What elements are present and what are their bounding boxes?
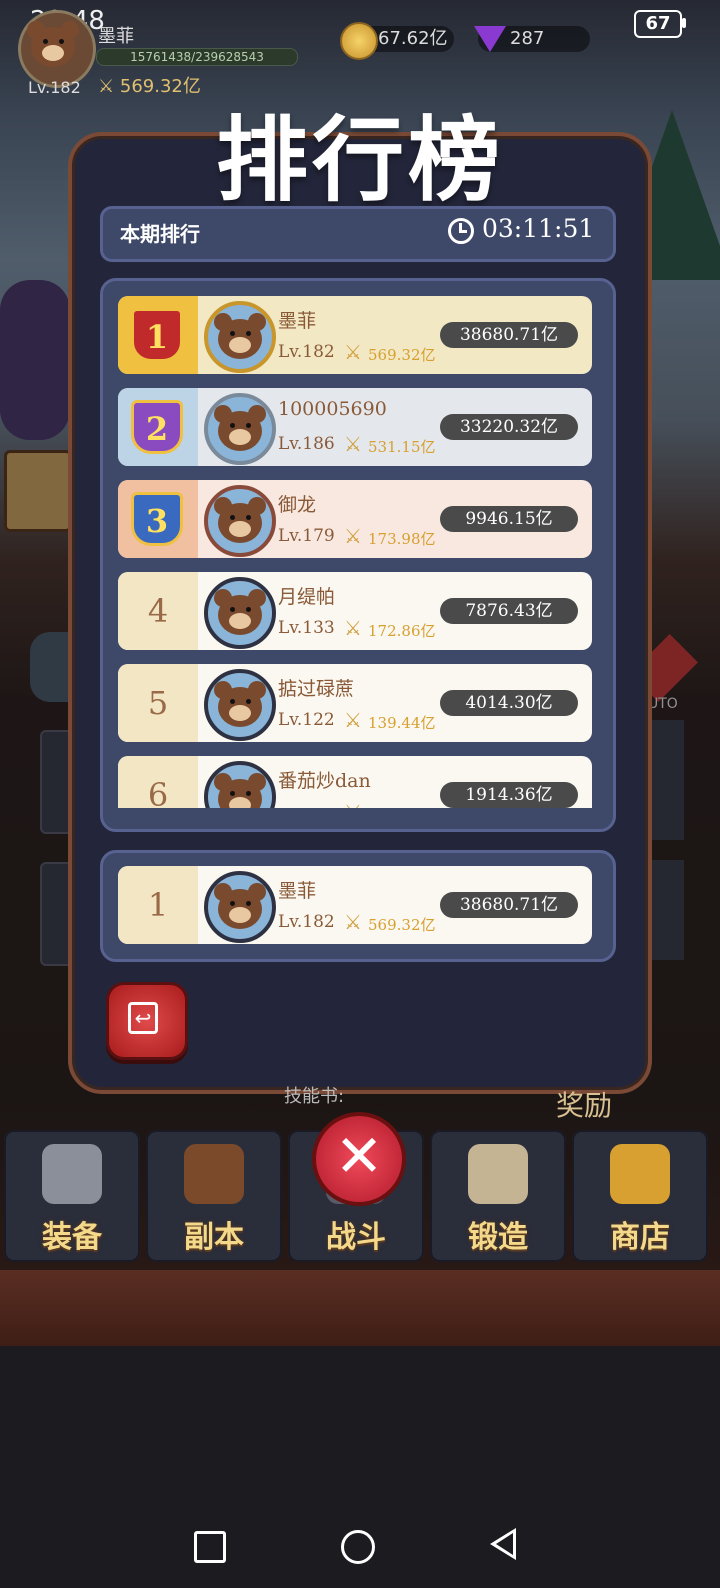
rank-player-power: 173.98亿 xyxy=(368,530,436,548)
nav-label: 商店 xyxy=(610,1220,670,1255)
rank-player-level: Lv.182 xyxy=(278,912,335,932)
player-avatar[interactable] xyxy=(204,669,276,741)
player-avatar[interactable] xyxy=(18,10,96,88)
countdown-timer: 03:11:51 xyxy=(482,214,595,243)
rank-number: 5 xyxy=(147,684,169,722)
my-rank-row: 1 墨菲 Lv.182 ⚔ 569.32亿 38680.71亿 xyxy=(118,866,594,944)
rank-player-level: Lv.179 xyxy=(278,526,335,546)
rank-row[interactable]: 2 100005690 Lv.186 ⚔ 531.15亿 33220.32亿 xyxy=(118,388,592,466)
close-icon[interactable]: ✕ xyxy=(312,1112,406,1206)
reward-label[interactable]: 奖励 xyxy=(556,1084,612,1124)
nav-label: 战斗 xyxy=(326,1220,386,1255)
modal-title: 排行榜 xyxy=(215,107,504,214)
gem-icon xyxy=(474,26,506,52)
crossed-swords-icon: ⚔ xyxy=(344,524,362,548)
player-name: 墨菲 xyxy=(98,26,134,47)
rank-medal-icon: 1 xyxy=(131,308,183,362)
rank-player-name: 御龙 xyxy=(278,494,317,516)
back-icon-inner xyxy=(496,1533,513,1555)
rank-player-name: 番茄炒dan xyxy=(278,770,371,792)
player-avatar[interactable] xyxy=(204,485,276,557)
ranking-list[interactable]: 1 墨菲 Lv.182 ⚔ 569.32亿 38680.71亿 2 100005690 Lv.1… xyxy=(118,296,594,808)
rank-row[interactable]: 4 月缇帕 Lv.133 ⚔ 172.86亿 7876.43亿 xyxy=(118,572,592,650)
sword-shield-icon xyxy=(184,1144,244,1204)
battery-nub xyxy=(682,18,686,28)
rank-player-level: Lv.133 xyxy=(278,618,335,638)
rank-cell: 4 xyxy=(118,572,198,650)
nav-button-4[interactable]: 商店 xyxy=(572,1130,708,1262)
rank-score: 7876.43亿 xyxy=(440,598,578,624)
rank-cell: 6 xyxy=(118,756,198,808)
rank-cell: 5 xyxy=(118,664,198,742)
rank-player-name: 掂过碌蔗 xyxy=(278,678,355,700)
rank-row[interactable]: 1 墨菲 Lv.182 ⚔ 569.32亿 38680.71亿 xyxy=(118,866,592,944)
rank-score: 4014.30亿 xyxy=(440,690,578,716)
rank-player-name: 墨菲 xyxy=(278,880,317,902)
crossed-swords-icon: ⚔ xyxy=(344,432,362,456)
rank-row[interactable]: 5 掂过碌蔗 Lv.122 ⚔ 139.44亿 4014.30亿 xyxy=(118,664,592,742)
nav-button-3[interactable]: 锻造 xyxy=(430,1130,566,1262)
player-avatar[interactable] xyxy=(204,761,276,808)
rank-cell: 3 xyxy=(118,480,198,558)
rank-player-power: 139.44亿 xyxy=(368,714,436,732)
clock-hand xyxy=(459,230,467,233)
rank-row[interactable]: 6 番茄炒dan ⚔ 1914.36亿 xyxy=(118,756,592,808)
period-label: 本期排行 xyxy=(120,222,200,246)
hammer-scroll-icon xyxy=(468,1144,528,1204)
rank-score: 33220.32亿 xyxy=(440,414,578,440)
rank-cell: 1 xyxy=(118,296,198,374)
crossed-swords-icon: ⚔ xyxy=(344,910,362,934)
rank-row[interactable]: 1 墨菲 Lv.182 ⚔ 569.32亿 38680.71亿 xyxy=(118,296,592,374)
helmet-icon xyxy=(42,1144,102,1204)
rank-cell: 1 xyxy=(118,866,198,944)
nav-button-1[interactable]: 副本 xyxy=(146,1130,282,1262)
player-avatar[interactable] xyxy=(204,577,276,649)
rank-player-power: 569.32亿 xyxy=(368,346,436,364)
player-avatar[interactable] xyxy=(204,301,276,373)
rank-player-power: 531.15亿 xyxy=(368,438,436,456)
rank-player-level: Lv.122 xyxy=(278,710,335,730)
recent-apps-icon[interactable] xyxy=(194,1531,226,1563)
nav-label: 副本 xyxy=(184,1220,244,1255)
nav-label: 锻造 xyxy=(468,1220,528,1255)
nav-button-0[interactable]: 装备 xyxy=(4,1130,140,1262)
rank-medal-icon: 2 xyxy=(131,400,183,454)
rank-player-name: 100005690 xyxy=(278,398,387,420)
home-icon[interactable] xyxy=(341,1530,375,1564)
rank-score: 1914.36亿 xyxy=(440,782,578,808)
rank-number: 1 xyxy=(147,886,169,924)
exit-icon: ↩ xyxy=(128,1002,158,1034)
rank-score: 38680.71亿 xyxy=(440,892,578,918)
rank-player-power: 172.86亿 xyxy=(368,622,436,640)
player-avatar[interactable] xyxy=(204,393,276,465)
crossed-swords-icon: ⚔ xyxy=(344,340,362,364)
rank-player-power: 569.32亿 xyxy=(368,916,436,934)
skill-book-label: 技能书: xyxy=(284,1086,345,1107)
rank-score: 38680.71亿 xyxy=(440,322,578,348)
player-avatar[interactable] xyxy=(204,871,276,943)
exp-bar: 15761438/239628543 xyxy=(96,48,298,66)
rank-number: 6 xyxy=(147,776,169,808)
shop-icon xyxy=(610,1144,670,1204)
rank-score: 9946.15亿 xyxy=(440,506,578,532)
rank-medal-icon: 3 xyxy=(131,492,183,546)
rank-player-name: 月缇帕 xyxy=(278,586,336,608)
wood-bar xyxy=(0,1270,720,1346)
battery-indicator: 67 xyxy=(634,10,682,38)
rank-player-level: Lv.186 xyxy=(278,434,335,454)
nav-label: 装备 xyxy=(42,1220,102,1255)
crossed-swords-icon: ⚔ xyxy=(344,708,362,732)
rank-number: 4 xyxy=(147,592,169,630)
rank-player-level: Lv.182 xyxy=(278,342,335,362)
gold-coin-icon xyxy=(340,22,378,60)
rank-row[interactable]: 3 御龙 Lv.179 ⚔ 173.98亿 9946.15亿 xyxy=(118,480,592,558)
crossed-swords-icon: ⚔ xyxy=(344,616,362,640)
rank-cell: 2 xyxy=(118,388,198,466)
crossed-swords-icon: ⚔ xyxy=(344,800,362,808)
rank-player-name: 墨菲 xyxy=(278,310,317,332)
